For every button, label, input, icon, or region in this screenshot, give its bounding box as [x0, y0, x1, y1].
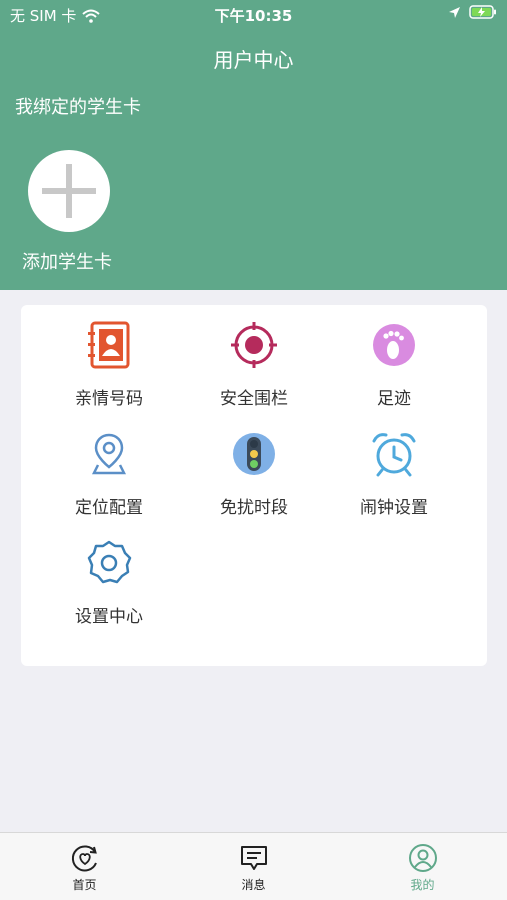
bound-cards-title: 我绑定的学生卡: [15, 97, 141, 118]
menu-item-contacts[interactable]: 亲情号码: [39, 320, 179, 420]
tab-bar: 首页 消息 我的: [0, 832, 507, 900]
menu-label: 安全围栏: [220, 389, 288, 409]
footprint-icon: [373, 324, 415, 366]
menu-label: 定位配置: [75, 498, 143, 518]
tab-messages[interactable]: 消息: [169, 833, 338, 900]
tab-home[interactable]: 首页: [0, 833, 169, 900]
contacts-book-icon: [88, 321, 130, 369]
target-fence-icon: [231, 322, 277, 368]
location-arrow-icon: [449, 6, 460, 18]
menu-item-alarm-settings[interactable]: 闹钟设置: [324, 429, 464, 529]
tab-label: 消息: [241, 878, 266, 892]
location-pin-icon: [91, 433, 127, 475]
menu-item-safety-fence[interactable]: 安全围栏: [184, 320, 324, 420]
menu-label: 足迹: [377, 389, 411, 409]
plus-icon: [42, 164, 96, 218]
alarm-clock-icon: [372, 433, 416, 477]
menu-item-location-config[interactable]: 定位配置: [39, 429, 179, 529]
menu-label: 闹钟设置: [360, 498, 428, 518]
menu-item-do-not-disturb[interactable]: 免扰时段: [184, 429, 324, 529]
add-circle[interactable]: [28, 150, 110, 232]
menu-label: 设置中心: [75, 607, 143, 627]
page-title: 用户中心: [213, 48, 294, 72]
status-right: [448, 5, 497, 19]
menu-item-settings-center[interactable]: 设置中心: [39, 538, 179, 638]
status-time: 下午10:35: [214, 7, 293, 25]
menu-label: 免扰时段: [220, 498, 288, 518]
battery-charging-icon: [469, 5, 496, 19]
menu-label: 亲情号码: [75, 389, 143, 409]
add-student-card-label: 添加学生卡: [22, 252, 112, 273]
tab-mine[interactable]: 我的: [338, 833, 507, 900]
user-icon: [408, 844, 437, 872]
function-menu: 亲情号码 安全围栏 足迹 定位配置 免扰时段 闹钟设置 设置中心: [21, 305, 487, 666]
tab-label: 首页: [72, 878, 97, 892]
tab-label: 我的: [410, 878, 435, 892]
home-heart-icon: [71, 845, 97, 872]
add-student-card-button[interactable]: 添加学生卡: [22, 150, 122, 274]
status-bar: 无 SIM 卡 下午10:35: [0, 0, 507, 30]
message-icon: [240, 846, 267, 870]
traffic-light-icon: [233, 433, 275, 475]
menu-item-footprint[interactable]: 足迹: [324, 320, 464, 420]
header: 无 SIM 卡 下午10:35 用户中心 我绑定的学生卡 添加学生卡: [0, 0, 507, 290]
gear-icon: [87, 540, 132, 584]
